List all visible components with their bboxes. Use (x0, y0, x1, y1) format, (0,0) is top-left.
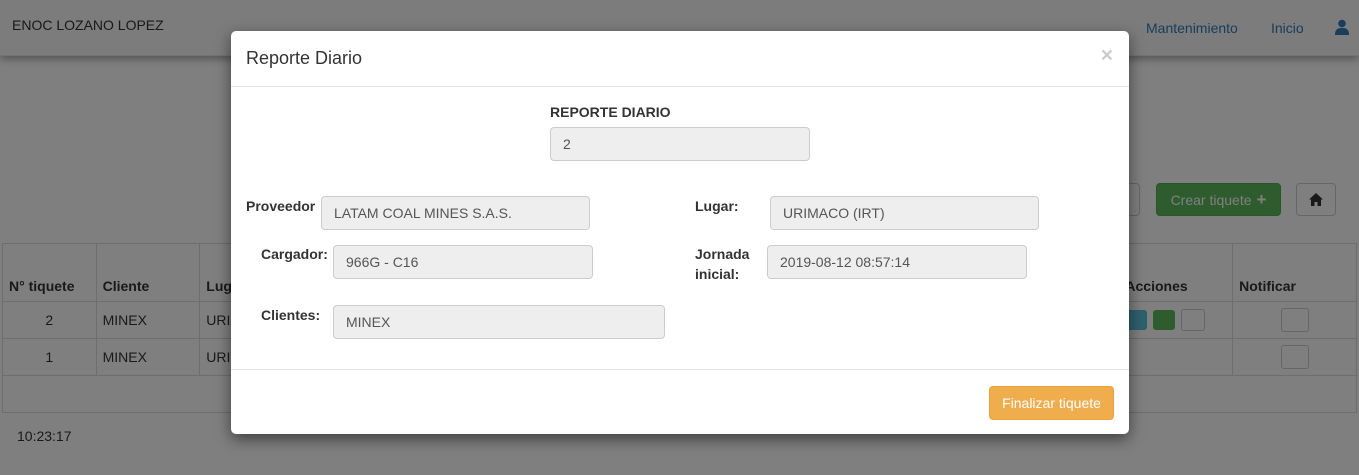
lugar-label: Lugar: (695, 198, 739, 214)
modal-header: Reporte Diario × (231, 31, 1129, 87)
reporte-diario-modal: Reporte Diario × REPORTE DIARIO 2 Provee… (231, 31, 1129, 434)
reporte-diario-field[interactable]: 2 (550, 127, 810, 161)
jornada-label-line2: inicial: (695, 266, 740, 282)
jornada-label-line1: Jornada (695, 246, 750, 262)
proveedor-label: Proveedor (246, 198, 316, 214)
finalizar-tiquete-button[interactable]: Finalizar tiquete (989, 386, 1114, 420)
reporte-diario-label: REPORTE DIARIO (550, 104, 671, 120)
cargador-label: Cargador: (261, 246, 328, 262)
modal-title: Reporte Diario (246, 48, 363, 68)
modal-footer: Finalizar tiquete (231, 369, 1129, 434)
close-icon[interactable]: × (1101, 44, 1113, 68)
clientes-label: Clientes: (261, 307, 321, 323)
lugar-field[interactable]: URIMACO (IRT) (770, 196, 1039, 230)
proveedor-field[interactable]: LATAM COAL MINES S.A.S. (321, 196, 590, 230)
cargador-field[interactable]: 966G - C16 (333, 245, 593, 279)
jornada-field[interactable]: 2019-08-12 08:57:14 (767, 245, 1027, 279)
clientes-field[interactable]: MINEX (333, 305, 665, 339)
jornada-label: Jornada inicial: (695, 244, 749, 284)
